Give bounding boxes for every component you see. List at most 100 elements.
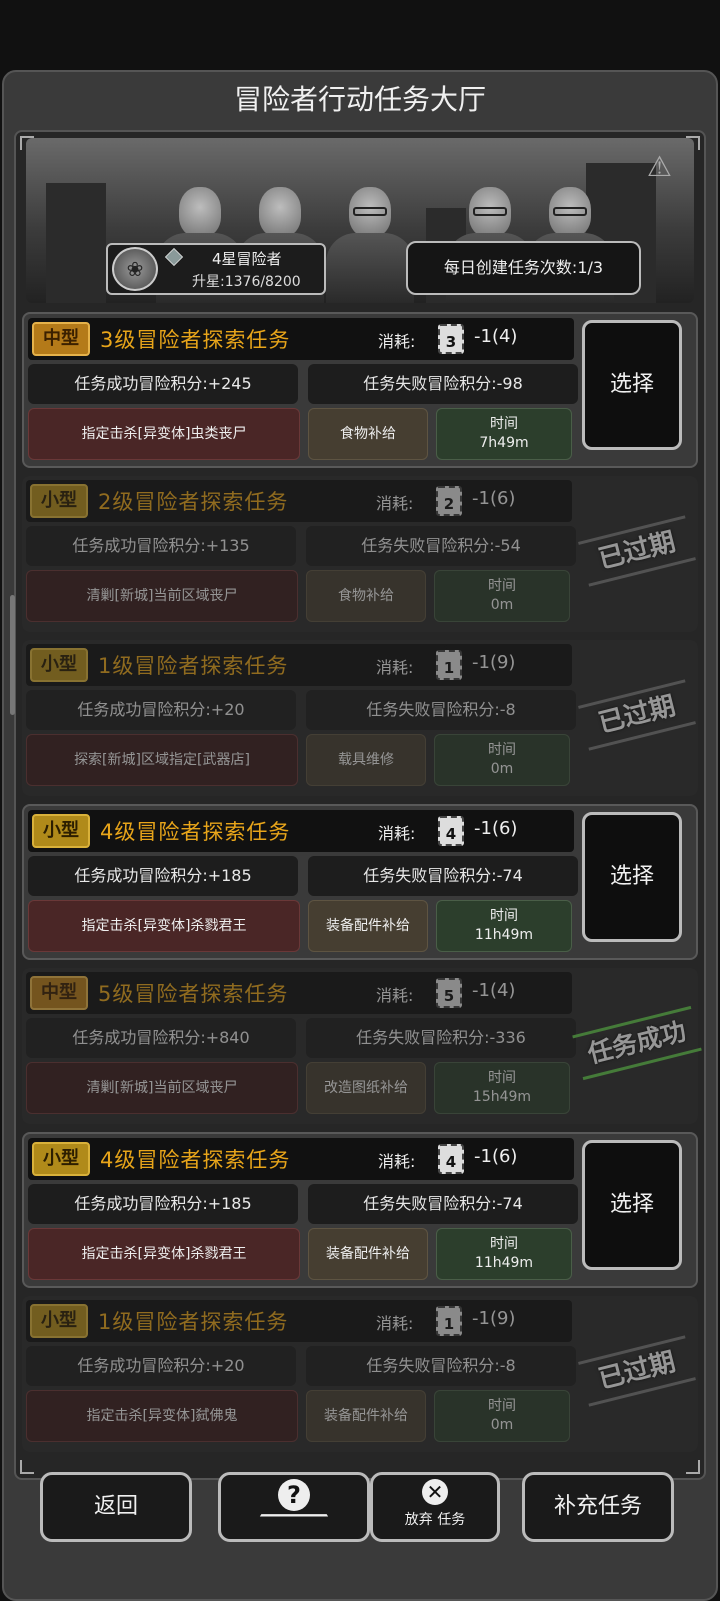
cost-value: -1(4) [474, 326, 518, 347]
mission-time: 时间 11h49m [436, 1228, 572, 1280]
success-reward: 任务成功冒险积分:+245 [28, 364, 298, 404]
level-ticket-icon: LV. 3 [438, 318, 464, 354]
time-value: 7h49m [479, 435, 529, 451]
select-button[interactable]: 选择 [582, 812, 682, 942]
ticket-level: 1 [443, 1315, 455, 1333]
mission-card: 小型 2级冒险者探索任务 消耗: LV. 2 -1(6) 任务成功冒险积分:+135 任务失败… [22, 476, 698, 632]
rank-progress: 升星:1376/8200 [192, 274, 301, 290]
page-title: 冒险者行动任务大厅 [233, 83, 486, 116]
level-ticket-icon: LV. 2 [436, 480, 462, 516]
help-button[interactable]: ? [218, 1472, 370, 1542]
adventurer-banner: ⚠ ❀ 4星冒险者 升星:1376/8200 每日创建任务次数:1/3 [26, 138, 694, 303]
time-label: 时间 [488, 742, 516, 758]
time-label: 时间 [490, 416, 518, 432]
mission-status-stamp: 已过期 [578, 1335, 696, 1407]
mission-header: 小型 2级冒险者探索任务 消耗: LV. 2 -1(6) [26, 480, 572, 522]
mission-time: 时间 0m [434, 734, 570, 786]
ticket-level: 4 [445, 825, 457, 843]
mission-supply: 装备配件补给 [306, 1390, 426, 1442]
rank-avatar-icon: ❀ [112, 247, 158, 291]
mission-size-tag: 中型 [32, 322, 90, 356]
mission-card: 小型 1级冒险者探索任务 消耗: LV. 1 -1(9) 任务成功冒险积分:+20 任务失败冒… [22, 640, 698, 796]
panel-corner [20, 1460, 34, 1474]
mission-header: 小型 1级冒险者探索任务 消耗: LV. 1 -1(9) [26, 1300, 572, 1342]
cost-label: 消耗: [376, 494, 414, 513]
time-value: 11h49m [474, 1255, 534, 1271]
biohazard-logo-icon: ⚠ [646, 150, 672, 183]
mission-card: 中型 3级冒险者探索任务 消耗: LV. 3 -1(4) 任务成功冒险积分:+245 任务失败… [22, 312, 698, 468]
cost-label: 消耗: [376, 1314, 414, 1333]
time-label: 时间 [488, 1398, 516, 1414]
mission-title: 1级冒险者探索任务 [98, 1310, 289, 1334]
cost-value: -1(6) [474, 818, 518, 839]
time-value: 0m [490, 761, 514, 777]
mission-objective: 清剿[新城]当前区域丧尸 [26, 1062, 298, 1114]
mission-title: 5级冒险者探索任务 [98, 982, 289, 1006]
back-label: 返回 [93, 1494, 138, 1519]
cost-label: 消耗: [378, 1152, 416, 1171]
mission-size-tag: 小型 [32, 1142, 90, 1176]
fail-penalty: 任务失败冒险积分:-98 [308, 364, 578, 404]
rank-title: 4星冒险者 [212, 250, 282, 268]
abandon-mission-button[interactable]: ✕ 放弃 任务 [370, 1472, 500, 1542]
fail-penalty: 任务失败冒险积分:-8 [306, 690, 576, 730]
mission-objective: 指定击杀[异变体]杀戮君王 [28, 1228, 300, 1280]
back-button[interactable]: 返回 [40, 1472, 192, 1542]
success-reward: 任务成功冒险积分:+20 [26, 690, 296, 730]
mission-objective: 探索[新城]区域指定[武器店] [26, 734, 298, 786]
time-value: 0m [490, 597, 514, 613]
refill-label: 补充任务 [553, 1494, 642, 1519]
mission-size-tag: 小型 [32, 814, 90, 848]
mission-time: 时间 0m [434, 1390, 570, 1442]
rank-gem-icon [164, 247, 184, 267]
select-button[interactable]: 选择 [582, 320, 682, 450]
level-ticket-icon: LV. 1 [436, 644, 462, 680]
mission-objective: 指定击杀[异变体]杀戮君王 [28, 900, 300, 952]
refill-mission-button[interactable]: 补充任务 [522, 1472, 674, 1542]
question-icon: ? [278, 1479, 310, 1511]
building-silhouette [46, 183, 106, 303]
ticket-level: 1 [443, 659, 455, 677]
mission-supply: 食物补给 [308, 408, 428, 460]
close-icon: ✕ [422, 1479, 448, 1505]
adventurer-portrait [326, 187, 414, 303]
mission-time: 时间 7h49m [436, 408, 572, 460]
level-ticket-icon: LV. 4 [438, 1138, 464, 1174]
mission-supply: 食物补给 [306, 570, 426, 622]
mission-supply: 装备配件补给 [308, 900, 428, 952]
mission-title: 3级冒险者探索任务 [100, 328, 291, 352]
scrollbar-thumb[interactable] [10, 595, 15, 715]
mission-supply: 改造图纸补给 [306, 1062, 426, 1114]
success-reward: 任务成功冒险积分:+185 [28, 856, 298, 896]
mission-header: 中型 3级冒险者探索任务 消耗: LV. 3 -1(4) [28, 318, 574, 360]
ticket-level: 5 [443, 987, 455, 1005]
time-value: 0m [490, 1417, 514, 1433]
cost-value: -1(4) [472, 980, 516, 1001]
fail-penalty: 任务失败冒险积分:-8 [306, 1346, 576, 1386]
mission-supply: 装备配件补给 [308, 1228, 428, 1280]
mission-objective: 指定击杀[异变体]弑佛鬼 [26, 1390, 298, 1442]
mission-time: 时间 11h49m [436, 900, 572, 952]
mission-size-tag: 小型 [30, 1304, 88, 1338]
mission-header: 小型 1级冒险者探索任务 消耗: LV. 1 -1(9) [26, 644, 572, 686]
fail-penalty: 任务失败冒险积分:-74 [308, 856, 578, 896]
mission-header: 中型 5级冒险者探索任务 消耗: LV. 5 -1(4) [26, 972, 572, 1014]
time-label: 时间 [488, 1070, 516, 1086]
cost-label: 消耗: [376, 986, 414, 1005]
mission-status-stamp: 已过期 [578, 679, 696, 751]
select-button[interactable]: 选择 [582, 1140, 682, 1270]
mission-objective: 清剿[新城]当前区域丧尸 [26, 570, 298, 622]
mission-status-stamp: 已过期 [578, 515, 696, 587]
mission-size-tag: 小型 [30, 648, 88, 682]
mission-card: 中型 5级冒险者探索任务 消耗: LV. 5 -1(4) 任务成功冒险积分:+840 任务失败… [22, 968, 702, 1124]
fail-penalty: 任务失败冒险积分:-54 [306, 526, 576, 566]
mission-card: 小型 4级冒险者探索任务 消耗: LV. 4 -1(6) 任务成功冒险积分:+185 任务失败… [22, 1132, 698, 1288]
mission-header: 小型 4级冒险者探索任务 消耗: LV. 4 -1(6) [28, 810, 574, 852]
daily-create-count: 每日创建任务次数:1/3 [406, 241, 641, 295]
mission-time: 时间 15h49m [434, 1062, 570, 1114]
cost-label: 消耗: [376, 658, 414, 677]
ticket-level: 2 [443, 495, 455, 513]
panel-corner [686, 1460, 700, 1474]
time-label: 时间 [488, 578, 516, 594]
mission-supply: 载具维修 [306, 734, 426, 786]
